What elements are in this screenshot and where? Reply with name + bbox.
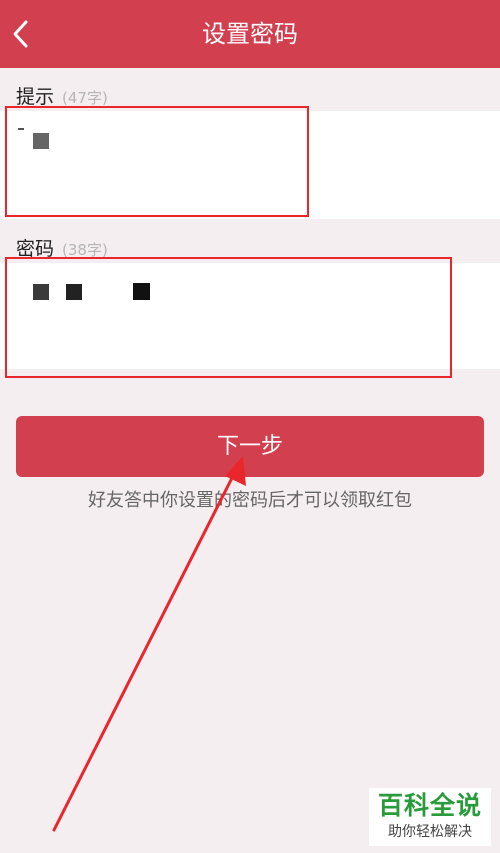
helper-text: 好友答中你设置的密码后才可以领取红包	[88, 490, 412, 511]
cursor-mark	[18, 128, 24, 130]
masked-char	[133, 283, 150, 300]
masked-char	[66, 284, 82, 300]
hint-input[interactable]	[0, 111, 500, 219]
masked-char	[33, 133, 49, 149]
watermark-title: 百科全说	[377, 791, 482, 820]
hint-label-row: 提示 (47字)	[16, 82, 108, 109]
password-label: 密码	[16, 238, 55, 260]
top-bar: 设置密码	[0, 0, 500, 68]
next-button[interactable]: 下一步	[16, 416, 484, 477]
hint-label: 提示	[16, 86, 55, 108]
masked-char	[33, 284, 49, 300]
password-input[interactable]	[0, 263, 500, 369]
password-label-row: 密码 (38字)	[16, 234, 108, 261]
page-title: 设置密码	[202, 20, 298, 48]
hint-char-count: (47字)	[62, 89, 108, 107]
password-char-count: (38字)	[62, 241, 108, 259]
watermark-subtitle: 助你轻松解决	[388, 824, 472, 840]
watermark-logo: 百科全说 助你轻松解决	[369, 788, 491, 846]
